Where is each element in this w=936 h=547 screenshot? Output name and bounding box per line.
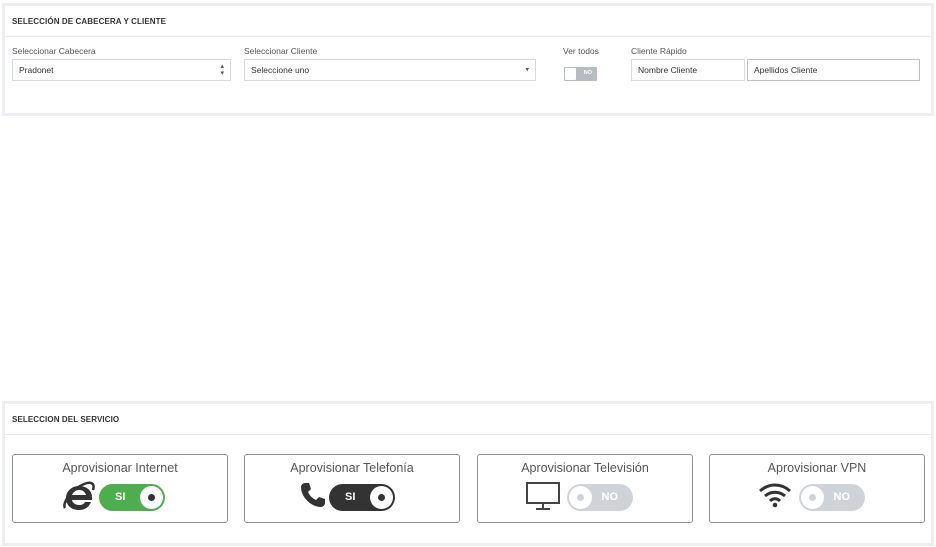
service-card-vpn: Aprovisionar VPN NO [709,454,925,523]
phone-icon [299,481,327,514]
panel-title: SELECCION DEL SERVICIO [12,414,120,424]
panel-header: SELECCIÓN DE CABECERA Y CLIENTE [5,6,931,37]
cabecera-value: Pradonet [19,65,54,75]
cliente-rapido-label: Cliente Rápido [631,46,687,56]
vpn-toggle[interactable]: NO [799,484,865,511]
toggle-state: NO [833,491,851,503]
updown-arrows-icon: ▴ ▾ [220,63,224,77]
service-title: Aprovisionar Televisión [521,461,649,475]
toggle-state: SI [345,491,356,503]
cliente-value: Seleccione uno [251,65,310,75]
service-card-television: Aprovisionar Televisión NO [477,454,693,523]
service-card-internet: Aprovisionar Internet SI [12,454,228,523]
service-title: Aprovisionar VPN [767,461,867,475]
monitor-icon [525,481,561,516]
service-card-telefonia: Aprovisionar Telefonía SI [244,454,460,523]
service-title: Aprovisionar Internet [62,461,178,475]
chevron-down-icon: ▾ [525,66,529,74]
wifi-icon [758,482,792,513]
cliente-label: Seleccionar Cliente [244,46,318,56]
cabecera-select[interactable]: Pradonet ▴ ▾ [12,59,231,81]
cabecera-cliente-panel: SELECCIÓN DE CABECERA Y CLIENTE Seleccio… [2,3,934,116]
nombre-cliente-input[interactable] [631,59,745,81]
telefonia-toggle[interactable]: SI [329,484,395,511]
internet-toggle[interactable]: SI [99,484,165,511]
toggle-knob [565,68,576,80]
toggle-knob [370,486,393,509]
service-title: Aprovisionar Telefonía [290,461,414,475]
apellidos-cliente-input[interactable] [747,59,920,81]
toggle-knob [569,486,592,509]
toggle-state: SI [115,491,126,503]
toggle-knob [801,486,824,509]
panel-title: SELECCIÓN DE CABECERA Y CLIENTE [12,16,167,26]
toggle-state: NO [601,491,619,503]
television-toggle[interactable]: NO [567,484,633,511]
panel-header: SELECCION DEL SERVICIO [5,404,931,435]
ver-todos-toggle[interactable]: NO [564,67,597,81]
ver-todos-label: Ver todos [563,46,599,56]
cliente-select[interactable]: Seleccione uno ▾ [244,59,536,81]
internet-explorer-icon [62,480,96,517]
toggle-knob [140,486,163,509]
servicio-panel: SELECCION DEL SERVICIO Aprovisionar Inte… [2,401,934,546]
ver-todos-state: NO [583,70,592,76]
cabecera-label: Seleccionar Cabecera [12,46,96,56]
